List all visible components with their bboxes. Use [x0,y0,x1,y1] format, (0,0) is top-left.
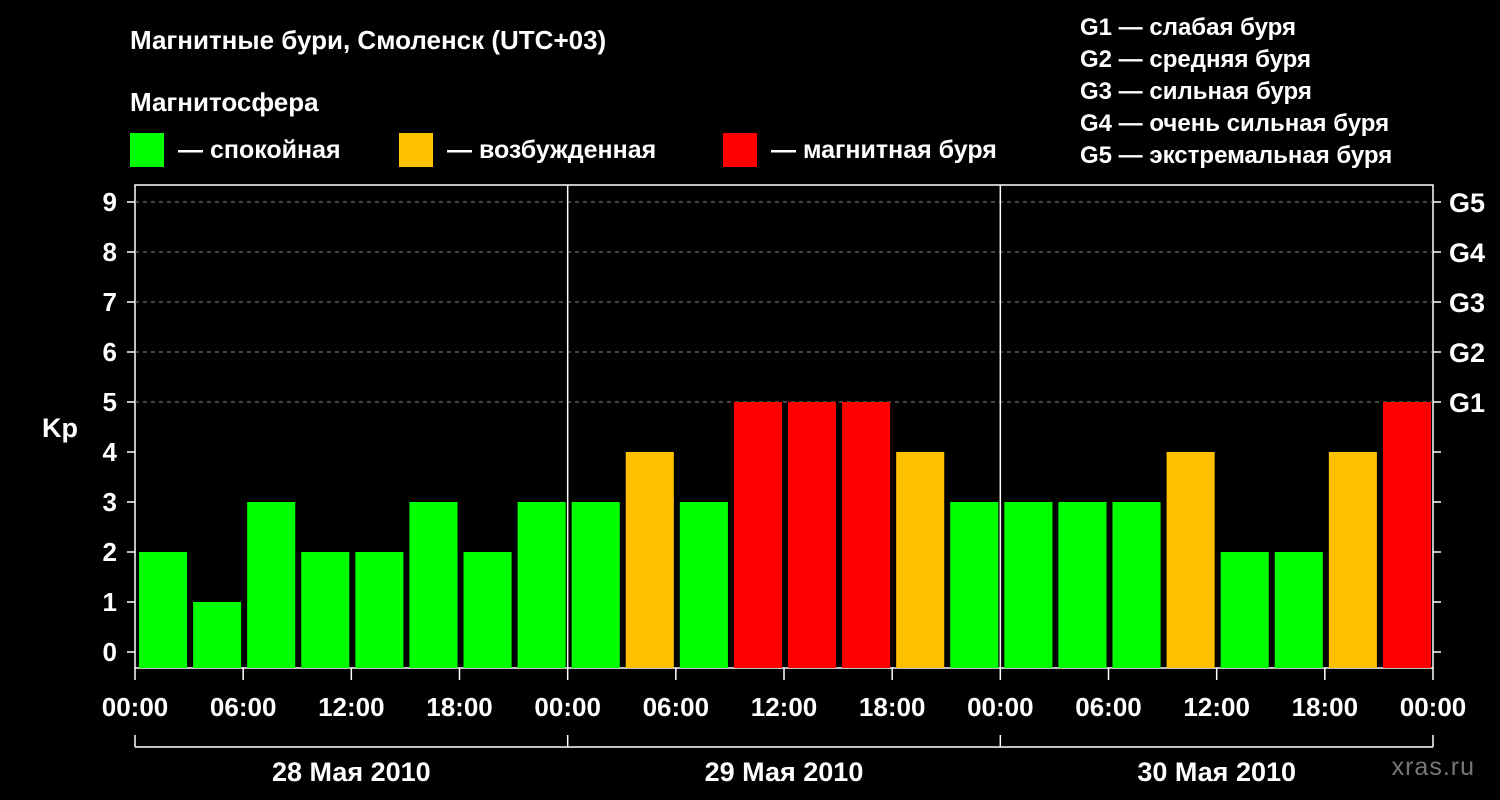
x-tick-label: 06:00 [1075,692,1142,722]
y-tick-label: 9 [103,187,117,217]
kp-bar [625,452,674,668]
x-tick-label: 06:00 [643,692,710,722]
y-tick-label: 8 [103,237,117,267]
kp-bar [1382,402,1431,668]
watermark: xras.ru [1391,753,1475,781]
kp-bar [788,402,837,668]
kp-bar [193,602,242,668]
x-tick-label: 00:00 [967,692,1034,722]
x-tick-label: 18:00 [426,692,493,722]
kp-bar [1274,552,1323,668]
x-tick-label: 00:00 [1400,692,1467,722]
kp-bar [301,552,350,668]
kp-bar [409,502,458,668]
day-label: 28 Мая 2010 [272,757,431,787]
y-tick-label: 6 [103,337,117,367]
kp-bar [842,402,891,668]
kp-bar [139,552,188,668]
x-tick-label: 06:00 [210,692,277,722]
x-tick-label: 00:00 [102,692,169,722]
kp-bar [733,402,782,668]
kp-bar [1166,452,1215,668]
x-tick-label: 18:00 [1292,692,1359,722]
y-tick-label: 4 [103,437,118,467]
y-tick-label: 5 [103,387,117,417]
y-tick-label: 7 [103,287,117,317]
kp-bar [1112,502,1161,668]
g-tick-label: G4 [1449,238,1485,268]
kp-bar [1058,502,1107,668]
x-tick-label: 18:00 [859,692,926,722]
y-tick-label: 1 [103,587,117,617]
kp-bar [1004,502,1053,668]
kp-bar [571,502,620,668]
kp-bar [247,502,296,668]
kp-bar [1328,452,1377,668]
kp-bar [1220,552,1269,668]
kp-bar [679,502,728,668]
g-tick-label: G1 [1449,388,1485,418]
day-label: 30 Мая 2010 [1137,757,1296,787]
kp-bar [355,552,404,668]
g-tick-label: G3 [1449,288,1485,318]
x-tick-label: 12:00 [318,692,385,722]
kp-bar [896,452,945,668]
y-axis-label: Kp [42,413,78,443]
x-tick-label: 12:00 [1183,692,1250,722]
kp-chart: 0 1 2 3 4 5 6 7 8 9 G1 G2 G3 G4 G5 Kp 00:00 06:00 12:00 18:… [42,184,1485,787]
kp-bar [463,552,512,668]
kp-bar [517,502,566,668]
x-tick-label: 00:00 [534,692,601,722]
y-tick-label: 3 [103,487,117,517]
kp-bar [950,502,999,668]
g-tick-label: G5 [1449,188,1485,218]
y-tick-label: 0 [103,637,117,667]
y-tick-label: 2 [103,537,117,567]
x-tick-label: 12:00 [751,692,818,722]
day-label: 29 Мая 2010 [705,757,864,787]
g-tick-label: G2 [1449,338,1485,368]
